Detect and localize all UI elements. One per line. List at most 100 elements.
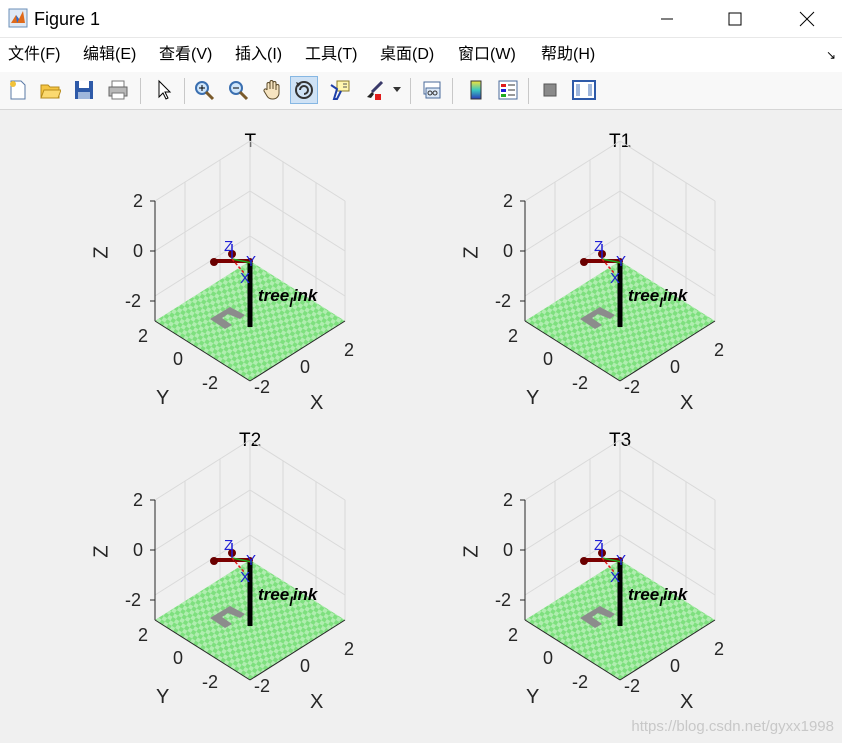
z-axis-label: Z — [90, 246, 113, 259]
hide-plot-tools-icon — [543, 83, 557, 97]
subplot-axes-3[interactable]: T2 Z Y X treelink 2 0 -2 Z 2 0 -2 Y -2 0… — [0, 410, 400, 713]
z-tick: -2 — [125, 590, 142, 610]
save-icon — [75, 81, 93, 99]
figure-canvas[interactable]: T Z Y X treelink 2 0 -2 Z 2 0 -2 Y -2 0 … — [0, 111, 842, 743]
link-plot-button[interactable] — [418, 76, 446, 104]
y-tick: -2 — [202, 373, 219, 393]
svg-text:X: X — [610, 569, 620, 586]
rotate-3d-icon — [295, 81, 313, 99]
menu-window[interactable]: 窗口(W) — [458, 45, 516, 65]
legend-button[interactable] — [494, 76, 522, 104]
window-titlebar: Figure 1 — [0, 0, 842, 38]
brush-button[interactable] — [360, 76, 388, 104]
toolbar-separator — [528, 78, 529, 104]
menu-help[interactable]: 帮助(H) — [541, 45, 595, 65]
close-icon — [799, 11, 815, 27]
y-tick: 2 — [138, 326, 149, 346]
z-tick: -2 — [125, 291, 142, 311]
zoom-in-button[interactable] — [190, 76, 218, 104]
data-cursor-icon — [330, 80, 350, 100]
maximize-button[interactable] — [712, 0, 758, 38]
brush-icon — [367, 80, 384, 100]
zoom-out-button[interactable] — [224, 76, 252, 104]
window-title: Figure 1 — [34, 9, 101, 29]
rotate-3d-button[interactable] — [290, 76, 318, 104]
maximize-icon — [728, 12, 742, 26]
link-plot-icon — [423, 81, 441, 99]
print-button[interactable] — [104, 76, 132, 104]
subplot-axes-2[interactable]: T1 Z Y X treelink 2 0 -2 Z 2 0 -2 Y -2 0… — [370, 111, 770, 414]
y-tick: -2 — [572, 672, 589, 692]
x-tick: -2 — [624, 676, 641, 696]
x-axis-label: X — [310, 691, 324, 713]
z-axis-label: Z — [460, 545, 483, 558]
x-tick: 0 — [300, 357, 311, 377]
toolbar-separator — [140, 78, 141, 104]
pointer-button[interactable] — [150, 76, 178, 104]
y-tick: 2 — [508, 625, 519, 645]
svg-text:X: X — [240, 270, 250, 287]
svg-text:Z: Z — [224, 537, 233, 554]
menu-edit[interactable]: 编辑(E) — [83, 45, 136, 65]
menu-insert[interactable]: 插入(I) — [235, 45, 282, 65]
x-tick: 2 — [344, 340, 355, 360]
new-figure-icon — [10, 80, 26, 100]
menu-tools[interactable]: 工具(T) — [305, 45, 357, 65]
y-tick: 0 — [173, 648, 184, 668]
colorbar-button[interactable] — [462, 76, 490, 104]
z-tick: 2 — [503, 490, 514, 510]
svg-text:X: X — [240, 569, 250, 586]
toolbar-separator — [410, 78, 411, 104]
z-axis-label: Z — [460, 246, 483, 259]
zoom-in-icon — [195, 81, 215, 101]
svg-text:Z: Z — [224, 238, 233, 255]
brush-dropdown[interactable] — [390, 76, 404, 104]
svg-text:Y: Y — [246, 253, 256, 270]
subplot-axes-4[interactable]: T3 Z Y X treelink 2 0 -2 Z 2 0 -2 Y -2 0… — [370, 410, 770, 713]
z-tick: -2 — [495, 291, 512, 311]
chevron-down-icon — [393, 87, 401, 92]
dock-arrow-icon[interactable]: ↘ — [826, 48, 836, 62]
svg-text:Y: Y — [616, 552, 626, 569]
show-plot-tools-button[interactable] — [570, 76, 598, 104]
x-tick: -2 — [254, 676, 271, 696]
toolbar-separator — [184, 78, 185, 104]
close-button[interactable] — [784, 0, 830, 38]
legend-icon — [498, 80, 518, 100]
pointer-icon — [158, 79, 172, 100]
svg-text:Y: Y — [616, 253, 626, 270]
show-plot-tools-icon — [572, 80, 596, 100]
matlab-app-icon — [8, 8, 28, 28]
zoom-out-icon — [229, 81, 249, 101]
toolbar-separator — [452, 78, 453, 104]
y-tick: -2 — [202, 672, 219, 692]
x-tick: 0 — [670, 656, 681, 676]
y-tick: 2 — [508, 326, 519, 346]
pan-button[interactable] — [258, 76, 286, 104]
x-tick: 0 — [670, 357, 681, 377]
x-tick: 0 — [300, 656, 311, 676]
axes-3d-box: Z Y X treelink — [520, 140, 716, 382]
new-figure-button[interactable] — [4, 76, 32, 104]
svg-text:Z: Z — [594, 537, 603, 554]
z-tick: 0 — [133, 540, 144, 560]
menu-view[interactable]: 查看(V) — [159, 45, 212, 65]
menu-file[interactable]: 文件(F) — [8, 45, 60, 65]
y-axis-label: Y — [526, 387, 540, 409]
x-tick: 2 — [714, 639, 725, 659]
menu-desktop[interactable]: 桌面(D) — [380, 45, 434, 65]
subplot-axes-1[interactable]: T Z Y X treelink 2 0 -2 Z 2 0 -2 Y -2 0 … — [0, 111, 400, 414]
svg-text:Y: Y — [246, 552, 256, 569]
minimize-button[interactable] — [644, 0, 690, 38]
svg-text:X: X — [610, 270, 620, 287]
open-file-button[interactable] — [36, 76, 64, 104]
z-tick: 2 — [133, 490, 144, 510]
y-tick: 2 — [138, 625, 149, 645]
svg-text:Z: Z — [594, 238, 603, 255]
hide-plot-tools-button[interactable] — [536, 76, 564, 104]
data-cursor-button[interactable] — [326, 76, 354, 104]
y-axis-label: Y — [156, 387, 170, 409]
watermark: https://blog.csdn.net/gyxx1998 — [631, 718, 834, 735]
save-button[interactable] — [70, 76, 98, 104]
colorbar-icon — [470, 80, 482, 100]
